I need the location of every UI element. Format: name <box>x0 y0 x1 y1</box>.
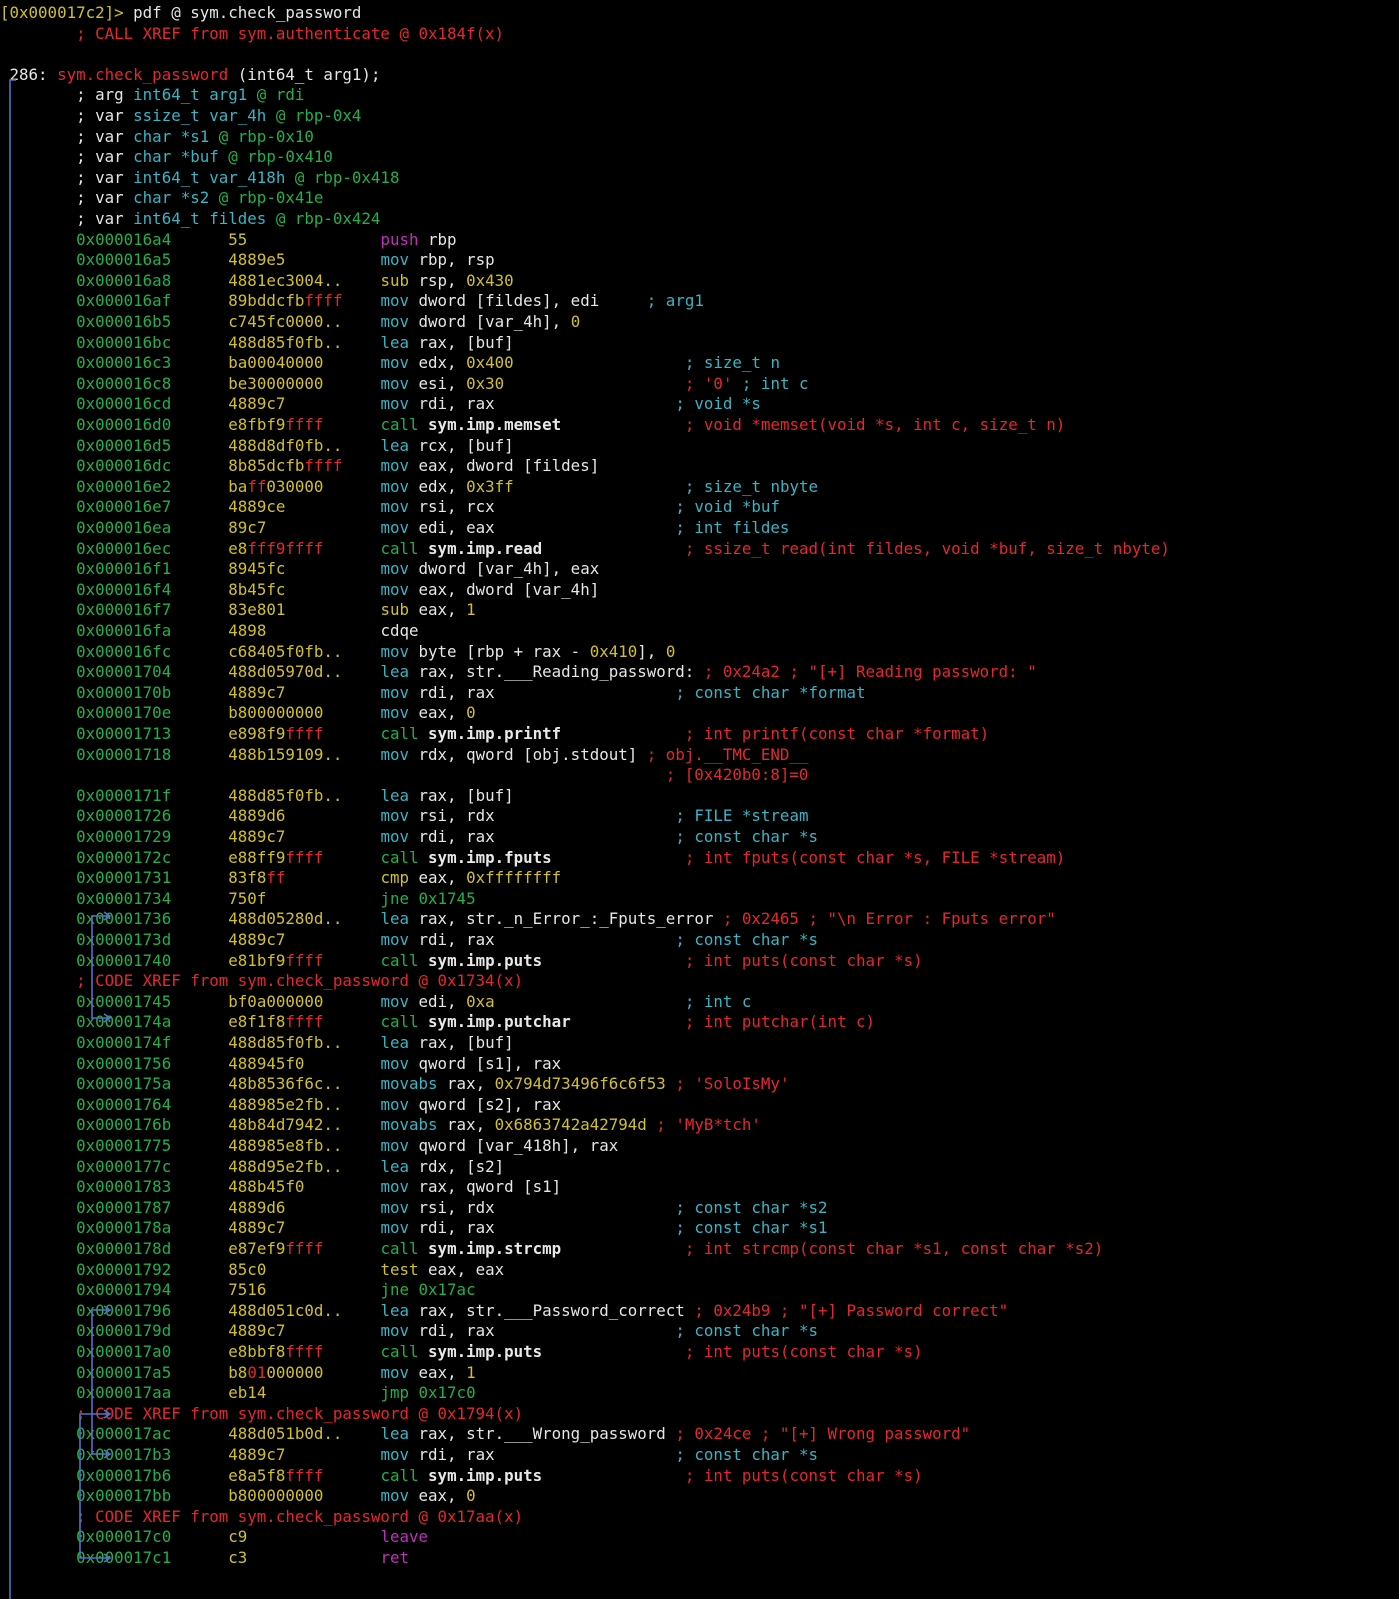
jump-arrow-jne-17ac <box>91 1309 110 1455</box>
control-flow-arrows <box>9 79 112 1599</box>
jump-arrow-jne-1745 <box>91 915 110 1019</box>
function-bracket <box>9 79 16 1599</box>
jump-arrow-jmp-17c0 <box>79 1413 110 1559</box>
